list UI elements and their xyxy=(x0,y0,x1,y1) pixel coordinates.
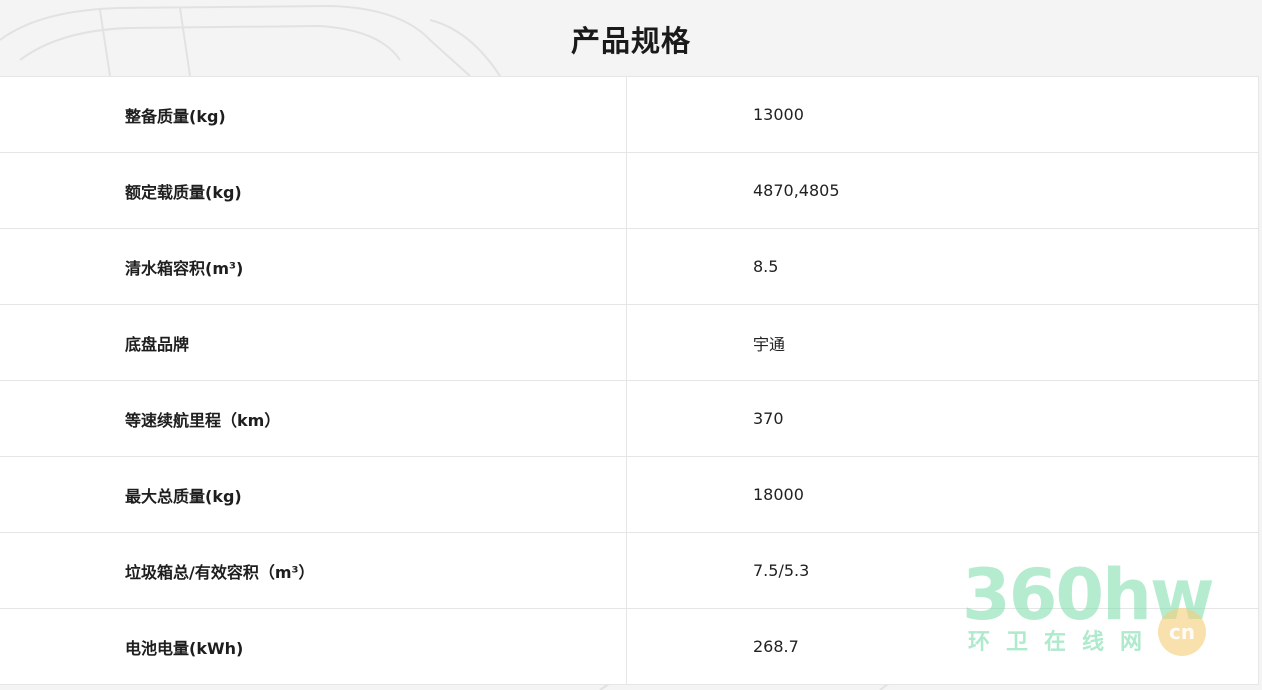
spec-label-cell: 垃圾箱总/有效容积（m³） xyxy=(0,533,627,608)
spec-value: 370 xyxy=(753,409,784,428)
spec-value-cell: 268.7 xyxy=(627,609,1258,684)
table-row: 额定载质量(kg) 4870,4805 xyxy=(0,153,1258,229)
page-header: 产品规格 xyxy=(0,0,1262,76)
table-row: 等速续航里程（km） 370 xyxy=(0,381,1258,457)
spec-value-cell: 7.5/5.3 xyxy=(627,533,1258,608)
spec-label: 整备质量(kg) xyxy=(125,106,226,126)
spec-label: 等速续航里程（km） xyxy=(125,410,281,430)
table-row: 垃圾箱总/有效容积（m³） 7.5/5.3 xyxy=(0,533,1258,609)
spec-label-cell: 额定载质量(kg) xyxy=(0,153,627,228)
table-row: 电池电量(kWh) 268.7 xyxy=(0,609,1258,685)
spec-label: 清水箱容积(m³) xyxy=(125,258,244,278)
spec-label-cell: 清水箱容积(m³) xyxy=(0,229,627,304)
spec-value: 8.5 xyxy=(753,257,779,276)
spec-label: 额定载质量(kg) xyxy=(125,182,242,202)
spec-value-cell: 4870,4805 xyxy=(627,153,1258,228)
spec-value-cell: 宇通 xyxy=(627,305,1258,380)
table-row: 底盘品牌 宇通 xyxy=(0,305,1258,381)
spec-value: 4870,4805 xyxy=(753,181,840,200)
spec-value: 268.7 xyxy=(753,637,799,656)
spec-value: 18000 xyxy=(753,485,804,504)
spec-label-cell: 等速续航里程（km） xyxy=(0,381,627,456)
table-row: 最大总质量(kg) 18000 xyxy=(0,457,1258,533)
spec-value-cell: 8.5 xyxy=(627,229,1258,304)
table-row: 清水箱容积(m³) 8.5 xyxy=(0,229,1258,305)
page-title: 产品规格 xyxy=(570,24,691,58)
spec-label-cell: 底盘品牌 xyxy=(0,305,627,380)
spec-value-cell: 18000 xyxy=(627,457,1258,532)
spec-value: 13000 xyxy=(753,105,804,124)
spec-value-cell: 370 xyxy=(627,381,1258,456)
spec-value-cell: 13000 xyxy=(627,77,1258,152)
spec-label-cell: 整备质量(kg) xyxy=(0,77,627,152)
spec-label-cell: 电池电量(kWh) xyxy=(0,609,627,684)
spec-value: 宇通 xyxy=(753,334,786,354)
spec-label: 最大总质量(kg) xyxy=(125,486,242,506)
spec-label: 垃圾箱总/有效容积（m³） xyxy=(125,562,315,582)
spec-label: 底盘品牌 xyxy=(125,334,190,354)
spec-value: 7.5/5.3 xyxy=(753,561,810,580)
spec-table: 整备质量(kg) 13000 额定载质量(kg) 4870,4805 清水箱容积… xyxy=(0,76,1259,685)
spec-label-cell: 最大总质量(kg) xyxy=(0,457,627,532)
spec-label: 电池电量(kWh) xyxy=(125,638,244,658)
table-row: 整备质量(kg) 13000 xyxy=(0,77,1258,153)
